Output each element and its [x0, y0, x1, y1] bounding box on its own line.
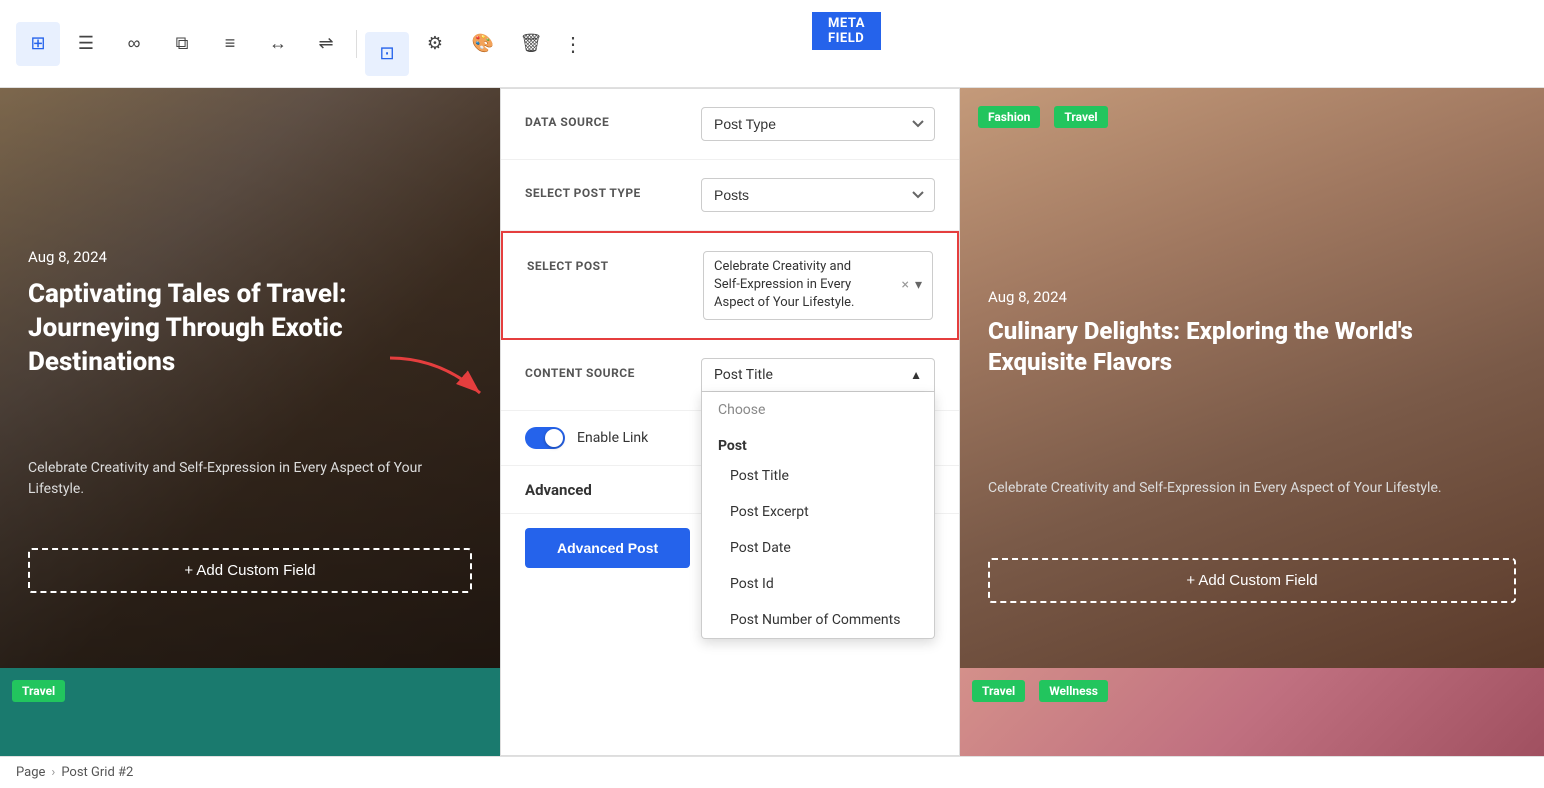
dropdown-post-date-item[interactable]: Post Date [702, 530, 934, 566]
content-source-control: Post Title ▲ Choose Post Post Title Post… [701, 358, 935, 392]
select-post-row: SELECT POST Celebrate Creativity andSelf… [501, 231, 959, 340]
dropdown-post-comments-item[interactable]: Post Number of Comments [702, 602, 934, 638]
toolbar-resize-btn[interactable]: ↔ [256, 22, 300, 66]
toolbar-gear-btn[interactable]: ⚙ [413, 22, 457, 66]
select-post-arrow-icon[interactable]: ▾ [915, 277, 922, 293]
toolbar: ⊞ ☰ ∞ ⧉ ≡ ↔ ⇌ META FIELD ⊡ ⚙ 🎨 🗑 ⋮ [0, 0, 1544, 88]
select-post-input[interactable]: Celebrate Creativity andSelf-Expression … [703, 251, 933, 320]
select-post-type-label: SELECT POST TYPE [525, 178, 685, 200]
card-right-top-tags: Fashion Travel [978, 106, 1114, 128]
select-post-type-select[interactable]: Posts Pages Custom [701, 178, 935, 212]
select-post-type-control: Posts Pages Custom [701, 178, 935, 212]
toolbar-layers-btn[interactable]: ⧉ [160, 22, 204, 66]
breadcrumb: Page › Post Grid #2 [0, 756, 1544, 788]
breadcrumb-item: Post Grid #2 [61, 765, 133, 780]
toggle-knob [545, 429, 563, 447]
toolbar-meta-btn[interactable]: ⊡ [365, 32, 409, 76]
data-source-row: DATA SOURCE Post Type Custom Query [501, 89, 959, 160]
dropdown-post-excerpt-item[interactable]: Post Excerpt [702, 494, 934, 530]
select-post-control: Celebrate Creativity andSelf-Expression … [703, 251, 933, 320]
data-source-select[interactable]: Post Type Custom Query [701, 107, 935, 141]
card-left: Aug 8, 2024 Captivating Tales of Travel:… [0, 88, 500, 756]
card-left-date: Aug 8, 2024 [28, 248, 107, 266]
card-right-excerpt: Celebrate Creativity and Self-Expression… [988, 478, 1516, 499]
card-right-travel-tag: Travel [1054, 106, 1107, 128]
select-post-label: SELECT POST [527, 251, 687, 273]
card-right: Fashion Travel Aug 8, 2024 Culinary Deli… [960, 88, 1544, 756]
breadcrumb-page: Page [16, 765, 45, 780]
card-right-bottom-travel-tag: Travel [972, 680, 1025, 702]
card-right-date: Aug 8, 2024 [988, 288, 1067, 306]
card-right-top: Fashion Travel Aug 8, 2024 Culinary Deli… [960, 88, 1544, 668]
card-right-add-field-btn[interactable]: + Add Custom Field [988, 558, 1516, 603]
panel: DATA SOURCE Post Type Custom Query SELEC… [500, 88, 960, 756]
toolbar-palette-btn[interactable]: 🎨 [461, 22, 505, 66]
content-source-label: CONTENT SOURCE [525, 358, 685, 380]
dropdown-choose-item[interactable]: Choose [702, 392, 934, 428]
dropdown-post-group: Post [702, 428, 934, 458]
card-left-tag: Travel [12, 680, 65, 702]
toolbar-align-btn[interactable]: ≡ [208, 22, 252, 66]
breadcrumb-sep1: › [51, 765, 55, 780]
dropdown-post-title-item[interactable]: Post Title [702, 458, 934, 494]
data-source-label: DATA SOURCE [525, 107, 685, 129]
select-post-text: Celebrate Creativity andSelf-Expression … [714, 258, 895, 313]
toolbar-separator [356, 30, 357, 58]
content-area: Aug 8, 2024 Captivating Tales of Travel:… [0, 88, 1544, 756]
content-source-value: Post Title [714, 367, 773, 383]
card-left-title: Captivating Tales of Travel: Journeying … [28, 278, 472, 379]
card-left-excerpt: Celebrate Creativity and Self-Expression… [28, 458, 472, 500]
chevron-up-icon: ▲ [910, 368, 922, 382]
card-right-fashion-tag: Fashion [978, 106, 1040, 128]
meta-field-label: META FIELD [812, 12, 881, 50]
card-right-bottom-tags: Travel Wellness [972, 680, 1114, 702]
select-post-clear-btn[interactable]: × [901, 277, 908, 293]
dropdown-post-id-item[interactable]: Post Id [702, 566, 934, 602]
card-left-add-field-btn[interactable]: + Add Custom Field [28, 548, 472, 593]
card-left-background: Aug 8, 2024 Captivating Tales of Travel:… [0, 88, 500, 668]
advanced-label: Advanced [525, 481, 592, 499]
data-source-control: Post Type Custom Query [701, 107, 935, 141]
card-right-bottom-wellness-tag: Wellness [1039, 680, 1108, 702]
enable-link-toggle[interactable] [525, 427, 565, 449]
toolbar-trash-btn[interactable]: 🗑 [509, 22, 553, 66]
select-post-type-row: SELECT POST TYPE Posts Pages Custom [501, 160, 959, 231]
toolbar-grid-btn[interactable]: ⊞ [16, 22, 60, 66]
toolbar-more-btn[interactable]: ⋮ [557, 28, 589, 60]
enable-link-label: Enable Link [577, 430, 648, 446]
content-source-select-btn[interactable]: Post Title ▲ [701, 358, 935, 392]
advanced-post-btn[interactable]: Advanced Post [525, 528, 690, 568]
toolbar-filter-btn[interactable]: ⇌ [304, 22, 348, 66]
toolbar-list-btn[interactable]: ☰ [64, 22, 108, 66]
card-left-bottom: Travel [0, 668, 500, 756]
card-right-bottom: Travel Wellness [960, 668, 1544, 756]
toolbar-loop-btn[interactable]: ∞ [112, 22, 156, 66]
content-source-dropdown: Choose Post Post Title Post Excerpt Post… [701, 392, 935, 639]
content-source-row: CONTENT SOURCE Post Title ▲ Choose Post … [501, 340, 959, 411]
card-right-title: Culinary Delights: Exploring the World's… [988, 316, 1516, 378]
